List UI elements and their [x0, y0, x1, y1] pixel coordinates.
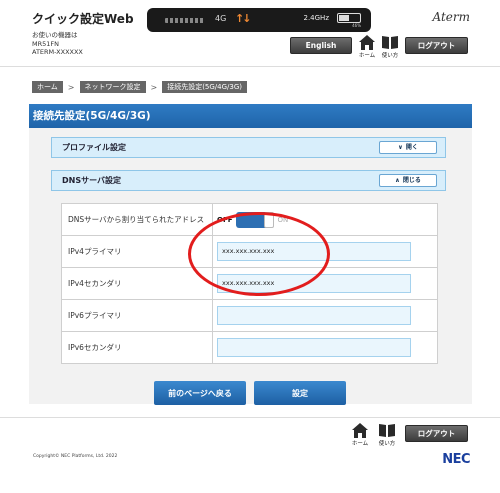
breadcrumb-separator: >	[150, 82, 158, 92]
footer-home-button[interactable]: ホーム	[349, 423, 371, 449]
battery-icon	[337, 13, 361, 23]
breadcrumb: ホーム > ネットワーク設定 > 接続先設定(5G/4G/3G)	[32, 81, 248, 93]
page-title: 接続先設定(5G/4G/3G)	[29, 104, 472, 128]
book-icon	[379, 424, 395, 437]
app-title: クイック設定Web	[32, 12, 134, 26]
auto-assign-label: DNSサーバから割り当てられたアドレス	[61, 203, 213, 236]
ipv6-secondary-label: IPv6セカンダリ	[61, 331, 213, 364]
table-row: IPv6プライマリ	[61, 299, 438, 332]
network-type: 4G	[215, 14, 227, 23]
home-icon	[359, 35, 375, 50]
profile-section-title: プロファイル設定	[62, 143, 126, 152]
dns-close-label: 閉じる	[402, 177, 421, 184]
table-row: IPv6セカンダリ	[61, 331, 438, 364]
device-model: MR51FN	[32, 39, 59, 48]
dns-section-title: DNSサーバ設定	[62, 176, 122, 185]
logout-button[interactable]: ログアウト	[405, 37, 468, 54]
device-label: お使いの機器は	[32, 31, 78, 39]
breadcrumb-home[interactable]: ホーム	[32, 81, 63, 93]
header: クイック設定Web お使いの機器は MR51FN ATERM-XXXXXX 4G…	[0, 0, 500, 66]
footer-help-label: 使い方	[378, 441, 396, 447]
profile-section-header[interactable]: プロファイル設定 ∨ 開く	[51, 137, 446, 158]
dns-close-button[interactable]: ∧ 閉じる	[379, 174, 437, 187]
breadcrumb-network-settings[interactable]: ネットワーク設定	[79, 81, 146, 93]
chevron-up-icon: ∧	[395, 177, 400, 184]
chevron-down-icon: ∨	[398, 144, 403, 151]
footer-divider	[0, 417, 500, 418]
ipv4-secondary-label: IPv4セカンダリ	[61, 267, 213, 300]
status-bar: 4G ↑↓ 2.4GHz 46%	[147, 8, 371, 32]
device-info: お使いの機器は MR51FN ATERM-XXXXXX	[32, 31, 83, 57]
copyright: Copyright© NEC Platforms, Ltd. 2022	[33, 454, 118, 459]
help-button[interactable]: 使い方	[379, 35, 401, 61]
help-label: 使い方	[381, 53, 399, 59]
device-id: ATERM-XXXXXX	[32, 48, 83, 56]
data-transfer-icon: ↑↓	[235, 12, 252, 25]
footer-home-label: ホーム	[351, 441, 369, 447]
book-icon	[382, 36, 398, 49]
ipv6-primary-input[interactable]	[217, 306, 411, 325]
footer-logout-button[interactable]: ログアウト	[405, 425, 468, 442]
breadcrumb-current: 接続先設定(5G/4G/3G)	[162, 81, 248, 93]
brand-logo: Aterm	[432, 10, 471, 24]
band-text: 2.4GHz	[303, 14, 330, 22]
breadcrumb-separator: >	[67, 82, 75, 92]
home-label: ホーム	[358, 53, 376, 59]
ipv6-primary-label: IPv6プライマリ	[61, 299, 213, 332]
footer-help-button[interactable]: 使い方	[376, 423, 398, 449]
profile-open-label: 開く	[405, 144, 418, 151]
signal-strength-icon	[165, 18, 205, 23]
back-button[interactable]: 前のページへ戻る	[154, 381, 246, 405]
home-icon	[352, 423, 368, 438]
dns-section-header[interactable]: DNSサーバ設定 ∧ 閉じる	[51, 170, 446, 191]
set-button[interactable]: 設定	[254, 381, 346, 405]
ipv6-secondary-input[interactable]	[217, 338, 411, 357]
annotation-circle	[188, 212, 330, 296]
home-button[interactable]: ホーム	[356, 35, 378, 61]
profile-open-button[interactable]: ∨ 開く	[379, 141, 437, 154]
battery-percent: 46%	[352, 23, 361, 28]
english-button[interactable]: English	[290, 37, 352, 54]
header-divider	[0, 66, 500, 67]
nec-logo: NEC	[442, 452, 470, 467]
